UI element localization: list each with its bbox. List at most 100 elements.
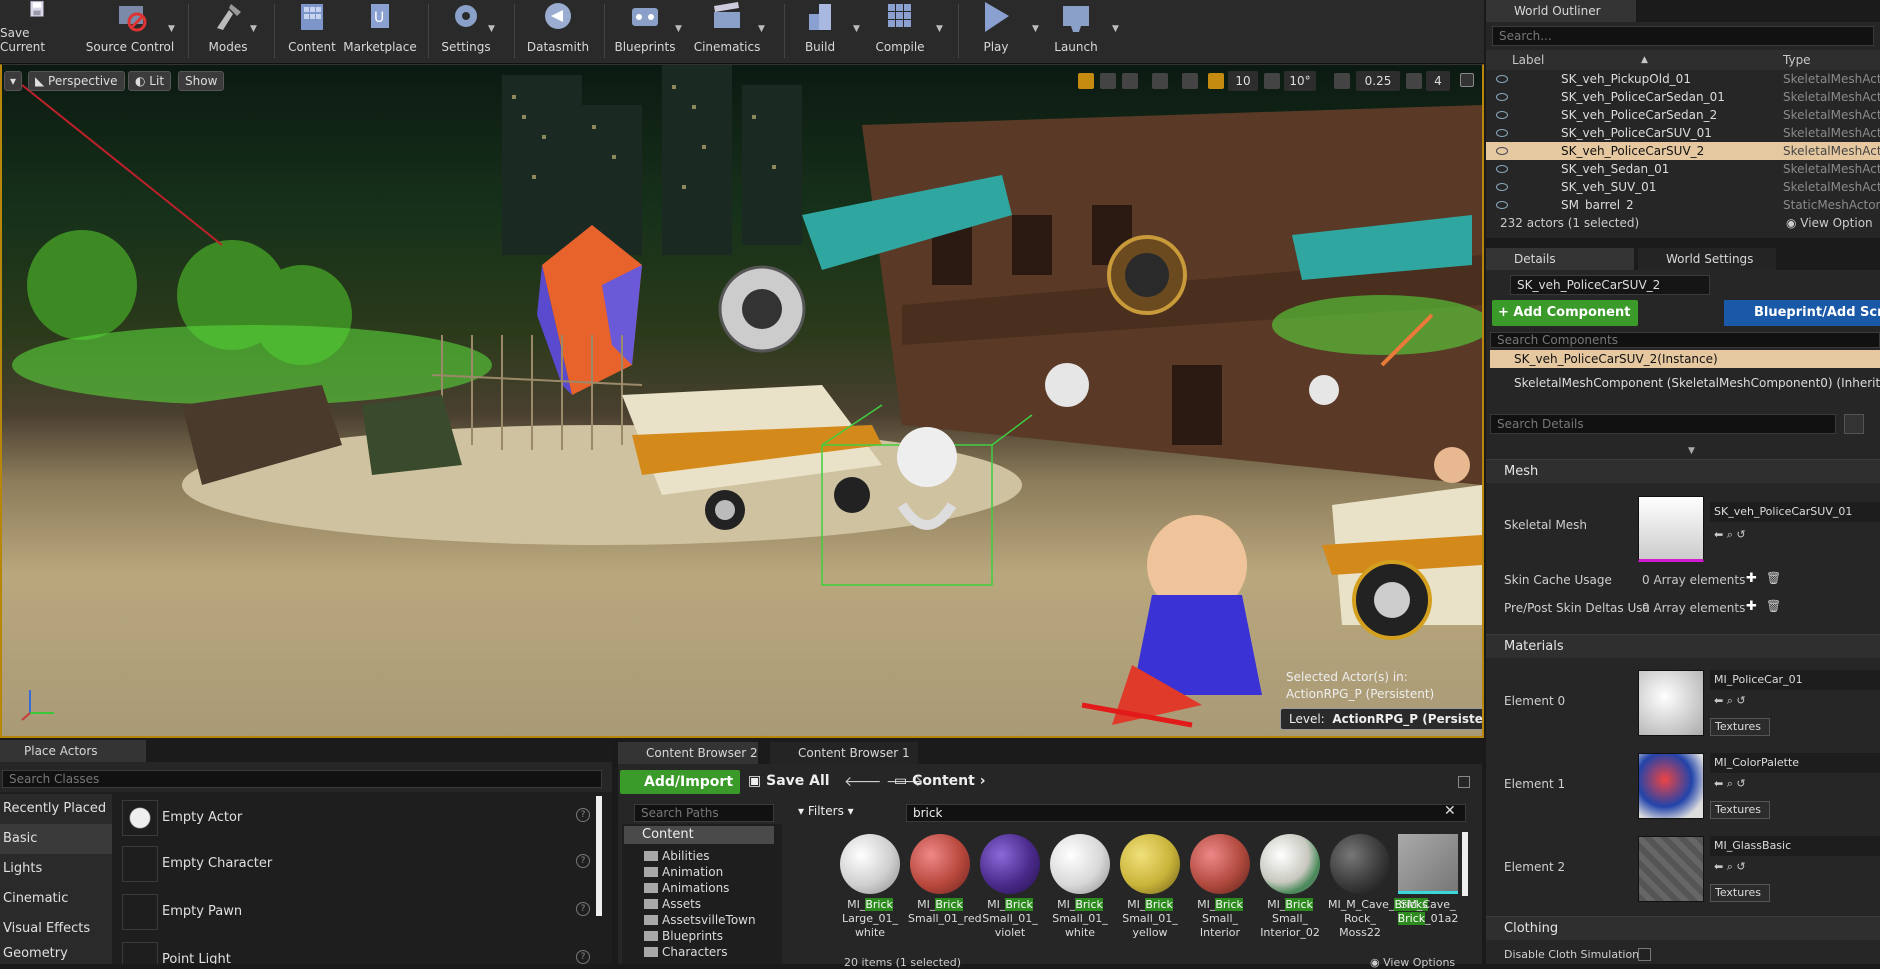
asset-scrollbar[interactable]	[1462, 832, 1468, 896]
source-control-dropdown[interactable]: ▼	[168, 24, 176, 34]
actor-empty-pawn[interactable]: Empty Pawn?	[118, 890, 596, 934]
perspective-button[interactable]: ◣ Perspective	[28, 71, 125, 91]
outliner-view-options[interactable]: ◉ View Option	[1786, 216, 1873, 230]
asset-tile[interactable]: MI_Brick Small_ Interior	[1188, 834, 1252, 964]
material-combo[interactable]: MI_GlassBasic	[1710, 836, 1880, 856]
cinematics-dropdown[interactable]: ▼	[758, 24, 766, 34]
trash-icon[interactable]: 🗑	[1766, 571, 1781, 585]
collapse-arrow-icon[interactable]: ▼	[1688, 446, 1695, 456]
visibility-eye-icon[interactable]	[1496, 147, 1508, 155]
textures-dropdown[interactable]: Textures	[1710, 884, 1770, 902]
visibility-eye-icon[interactable]	[1496, 183, 1508, 191]
clear-search-icon[interactable]: ✕	[1444, 803, 1456, 819]
translate-mode-icon[interactable]	[1078, 73, 1094, 89]
lit-button[interactable]: ◐ Lit	[128, 71, 172, 91]
tab-content-browser-2[interactable]: Content Browser 2	[618, 742, 758, 764]
help-icon[interactable]: ?	[576, 950, 590, 964]
filters-button[interactable]: ▾ Filters ▾	[798, 804, 854, 818]
cinematics-button[interactable]: Cinematics	[694, 0, 760, 62]
search-paths-input[interactable]: Search Paths	[634, 804, 774, 822]
camera-speed-icon[interactable]	[1406, 73, 1422, 89]
grid-snap-icon[interactable]	[1208, 73, 1224, 89]
add-element-icon[interactable]: ✚	[1746, 571, 1757, 586]
asset-tile[interactable]: MI_Brick Small_ Interior_02	[1258, 834, 1322, 964]
launch-button[interactable]: Launch	[1048, 0, 1104, 62]
datasmith-button[interactable]: Datasmith	[522, 0, 594, 62]
material-thumbnail[interactable]	[1638, 670, 1704, 736]
compile-button[interactable]: Compile	[870, 0, 930, 62]
compile-dropdown[interactable]: ▼	[936, 24, 944, 34]
add-element-icon[interactable]: ✚	[1746, 599, 1757, 614]
material-nav-icons[interactable]: ⬅ ⌕ ↺	[1714, 860, 1746, 874]
folder-item[interactable]: Animation	[644, 864, 723, 880]
actor-point-light[interactable]: Point Light?	[118, 938, 596, 964]
maximize-viewport-icon[interactable]	[1460, 73, 1474, 87]
grid-snap-value[interactable]: 10	[1228, 71, 1258, 91]
outliner-row[interactable]: SM_barrel_2 StaticMeshActor	[1486, 196, 1880, 210]
asset-tile[interactable]: MI_Brick Small_01_ violet	[978, 834, 1042, 964]
column-label-header[interactable]: Label	[1512, 50, 1544, 70]
rotate-mode-icon[interactable]	[1100, 73, 1116, 89]
material-combo[interactable]: MI_ColorPalette	[1710, 753, 1880, 773]
disable-cloth-checkbox[interactable]	[1638, 948, 1651, 961]
content-view-options[interactable]: ◉ View Options	[1370, 956, 1455, 969]
settings-dropdown[interactable]: ▼	[488, 24, 496, 34]
visibility-eye-icon[interactable]	[1496, 75, 1508, 83]
skeletal-mesh-combo[interactable]: SK_veh_PoliceCarSUV_01	[1710, 502, 1880, 522]
build-button[interactable]: Build	[792, 0, 848, 62]
outliner-search-input[interactable]: Search...	[1492, 26, 1874, 46]
section-materials[interactable]: Materials	[1486, 634, 1880, 658]
outliner-row[interactable]: SK_veh_PoliceCarSedan_01SkeletalMeshActo…	[1486, 88, 1880, 106]
build-dropdown[interactable]: ▼	[853, 24, 861, 34]
property-matrix-icon[interactable]	[1844, 414, 1864, 434]
modes-button[interactable]: Modes	[200, 0, 256, 62]
blueprints-button[interactable]: Blueprints	[612, 0, 678, 62]
outliner-row-selected[interactable]: SK_veh_PoliceCarSUV_2SkeletalMeshActor	[1486, 142, 1880, 160]
save-current-button[interactable]: Save Current	[0, 0, 74, 62]
settings-button[interactable]: Settings	[438, 0, 494, 62]
actor-name-field[interactable]: SK_veh_PoliceCarSUV_2	[1510, 275, 1710, 295]
visibility-eye-icon[interactable]	[1496, 129, 1508, 137]
asset-search-input[interactable]: brick	[906, 804, 1466, 822]
asset-tile[interactable]: MI_Brick Small_01_ white	[1048, 834, 1112, 964]
folder-item[interactable]: Characters	[644, 944, 728, 960]
save-all-button[interactable]: ▣ Save All	[748, 773, 830, 789]
folder-item[interactable]: Blueprints	[644, 928, 723, 944]
visibility-eye-icon[interactable]	[1496, 111, 1508, 119]
skeletal-mesh-component-row[interactable]: SkeletalMeshComponent (SkeletalMeshCompo…	[1514, 376, 1880, 390]
actor-empty-actor[interactable]: Empty Actor?	[118, 796, 596, 840]
marketplace-button[interactable]: U Marketplace	[343, 0, 417, 62]
actor-empty-character[interactable]: Empty Character?	[118, 842, 596, 886]
viewport-options-dropdown[interactable]: ▾	[4, 71, 22, 91]
lock-icon[interactable]	[1458, 776, 1470, 788]
column-type-header[interactable]: Type	[1783, 50, 1811, 70]
world-local-icon[interactable]	[1152, 73, 1168, 89]
category-visual-effects[interactable]: Visual Effects	[0, 914, 112, 944]
skeletal-mesh-thumbnail[interactable]	[1638, 496, 1704, 562]
outliner-row[interactable]: SK_veh_PoliceCarSedan_2SkeletalMeshActor	[1486, 106, 1880, 124]
section-clothing[interactable]: Clothing	[1486, 916, 1880, 940]
visibility-eye-icon[interactable]	[1496, 201, 1508, 209]
modes-dropdown[interactable]: ▼	[250, 24, 258, 34]
show-button[interactable]: Show	[178, 71, 225, 91]
help-icon[interactable]: ?	[576, 808, 590, 822]
material-thumbnail[interactable]	[1638, 836, 1704, 902]
help-icon[interactable]: ?	[576, 902, 590, 916]
help-icon[interactable]: ?	[576, 854, 590, 868]
category-recently-placed[interactable]: Recently Placed	[0, 794, 112, 824]
asset-tile[interactable]: MI_M_Cave_Bricks Rock_ Moss22	[1328, 834, 1428, 964]
path-breadcrumb[interactable]: ▭ Content ›	[894, 773, 985, 789]
play-dropdown[interactable]: ▼	[1032, 24, 1040, 34]
asset-tile[interactable]: MI_Brick Small_01_ yellow	[1118, 834, 1182, 964]
trash-icon[interactable]: 🗑	[1766, 599, 1781, 613]
camera-speed-value[interactable]: 4	[1426, 71, 1450, 91]
outliner-row[interactable]: SK_veh_PickupOld_01SkeletalMeshActor	[1486, 70, 1880, 88]
play-button[interactable]: Play	[968, 0, 1024, 62]
visibility-eye-icon[interactable]	[1496, 93, 1508, 101]
tab-place-actors[interactable]: Place Actors	[0, 740, 146, 762]
blueprint-add-script-button[interactable]: Blueprint/Add Scri	[1724, 300, 1880, 326]
blueprints-dropdown[interactable]: ▼	[675, 24, 683, 34]
asset-tile[interactable]: MI_Brick Large_01_ white	[838, 834, 902, 964]
search-details-input[interactable]: Search Details	[1490, 414, 1836, 434]
outliner-row[interactable]: SK_veh_SUV_01SkeletalMeshActor	[1486, 178, 1880, 196]
